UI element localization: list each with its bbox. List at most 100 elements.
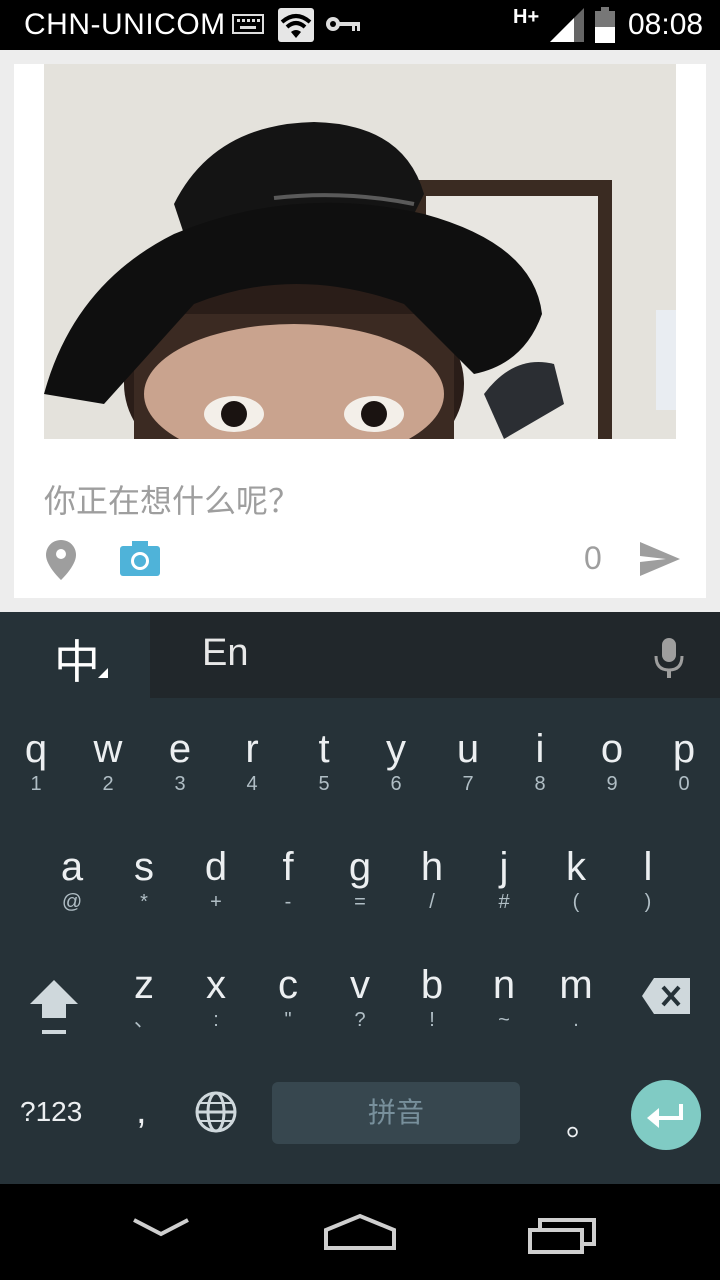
microphone-icon[interactable] xyxy=(652,636,686,680)
comma-key[interactable]: , xyxy=(136,1090,147,1133)
key-h[interactable]: h / xyxy=(396,844,468,914)
key-secondary: @ xyxy=(61,891,83,913)
key-secondary: ! xyxy=(429,1009,435,1031)
home-icon[interactable] xyxy=(322,1212,398,1250)
signal-icon xyxy=(550,8,584,42)
post-text-input[interactable]: 你正在想什么呢？ xyxy=(44,476,300,522)
key-secondary: ~ xyxy=(498,1009,510,1031)
key-label: r xyxy=(245,727,259,771)
key-secondary: 6 xyxy=(390,773,402,795)
key-w[interactable]: w2 xyxy=(72,726,144,796)
globe-icon[interactable] xyxy=(194,1090,238,1134)
key-label: j xyxy=(499,845,509,889)
battery-icon xyxy=(595,7,615,43)
key-secondary: 2 xyxy=(102,773,114,795)
key-y[interactable]: y6 xyxy=(360,726,432,796)
post-composer: 你正在想什么呢？ 0 xyxy=(14,64,706,598)
key-s[interactable]: s * xyxy=(108,844,180,914)
key-label: l xyxy=(643,845,653,889)
key-secondary: - xyxy=(284,891,292,913)
key-secondary: 1 xyxy=(30,773,42,795)
key-d[interactable]: d + xyxy=(180,844,252,914)
key-label: o xyxy=(600,727,624,771)
recent-apps-icon[interactable] xyxy=(526,1216,598,1256)
english-mode-key[interactable]: En xyxy=(202,632,248,675)
character-count: 0 xyxy=(584,540,602,576)
key-j[interactable]: j # xyxy=(468,844,540,914)
key-secondary: + xyxy=(210,891,222,913)
key-f[interactable]: f- xyxy=(252,844,324,914)
attached-photo[interactable] xyxy=(44,64,676,439)
key-v[interactable]: v? xyxy=(324,962,396,1032)
key-label: x xyxy=(206,963,226,1007)
status-bar: CHN-UNICOM H+ 08:08 xyxy=(0,0,720,50)
key-p[interactable]: p0 xyxy=(648,726,720,796)
key-label: m xyxy=(559,963,593,1007)
key-u[interactable]: u7 xyxy=(432,726,504,796)
key-t[interactable]: t5 xyxy=(288,726,360,796)
key-label: u xyxy=(456,727,480,771)
key-e[interactable]: e3 xyxy=(144,726,216,796)
key-c[interactable]: c " xyxy=(252,962,324,1032)
key-icon xyxy=(326,17,360,31)
key-o[interactable]: o9 xyxy=(576,726,648,796)
key-q[interactable]: q1 xyxy=(0,726,72,796)
key-label: n xyxy=(492,963,516,1007)
keyboard-icon xyxy=(232,14,264,34)
key-label: b xyxy=(420,963,444,1007)
key-a[interactable]: a @ xyxy=(36,844,108,914)
key-secondary: / xyxy=(429,891,435,913)
key-label: k xyxy=(566,845,586,889)
shift-icon[interactable] xyxy=(28,976,80,1038)
navigation-bar xyxy=(0,1184,720,1280)
send-icon[interactable] xyxy=(638,540,682,578)
key-z[interactable]: z、 xyxy=(108,962,180,1032)
space-key[interactable]: 拼音 xyxy=(272,1082,520,1144)
key-secondary: 4 xyxy=(246,773,258,795)
carrier-name: CHN-UNICOM xyxy=(24,8,226,41)
key-label: y xyxy=(386,727,406,771)
key-label: v xyxy=(350,963,370,1007)
chinese-mode-key[interactable]: 中 xyxy=(0,612,150,698)
key-label: w xyxy=(93,727,123,771)
key-l[interactable]: l) xyxy=(612,844,684,914)
key-secondary: 3 xyxy=(174,773,186,795)
key-r[interactable]: r4 xyxy=(216,726,288,796)
mode-indicator-icon xyxy=(98,668,108,678)
keyboard-toolbar: 中 En xyxy=(0,612,720,698)
key-secondary: ( xyxy=(572,891,580,913)
key-secondary: = xyxy=(354,891,366,913)
backspace-icon[interactable] xyxy=(640,976,692,1016)
wifi-icon xyxy=(278,8,314,42)
key-label: a xyxy=(60,845,84,889)
key-label: i xyxy=(535,727,545,771)
key-secondary: . xyxy=(573,1009,579,1031)
key-secondary: : xyxy=(213,1009,219,1031)
key-label: f xyxy=(282,845,294,889)
key-x[interactable]: x: xyxy=(180,962,252,1032)
key-label: e xyxy=(168,727,192,771)
key-i[interactable]: i8 xyxy=(504,726,576,796)
key-n[interactable]: n ~ xyxy=(468,962,540,1032)
period-key[interactable]: 。 xyxy=(566,1096,600,1145)
symbols-key[interactable]: ?123 xyxy=(20,1096,82,1128)
back-icon[interactable] xyxy=(130,1212,192,1242)
enter-key[interactable] xyxy=(631,1080,701,1150)
key-k[interactable]: k( xyxy=(540,844,612,914)
key-secondary: 5 xyxy=(318,773,330,795)
enter-icon xyxy=(647,1104,683,1128)
key-label: d xyxy=(204,845,228,889)
key-label: p xyxy=(672,727,696,771)
key-secondary: # xyxy=(498,891,510,913)
key-label: q xyxy=(24,727,48,771)
key-secondary: 7 xyxy=(462,773,474,795)
key-g[interactable]: g = xyxy=(324,844,396,914)
key-m[interactable]: m. xyxy=(540,962,612,1032)
location-icon[interactable] xyxy=(44,538,78,582)
key-secondary: ? xyxy=(354,1009,366,1031)
camera-icon[interactable] xyxy=(120,540,160,576)
key-secondary: 8 xyxy=(534,773,546,795)
key-secondary: 9 xyxy=(606,773,618,795)
key-b[interactable]: b! xyxy=(396,962,468,1032)
soft-keyboard: 中 En q1 w2 e3 r4 t5 y6 u7 i8 o9 p0 a @ s *… xyxy=(0,612,720,1184)
